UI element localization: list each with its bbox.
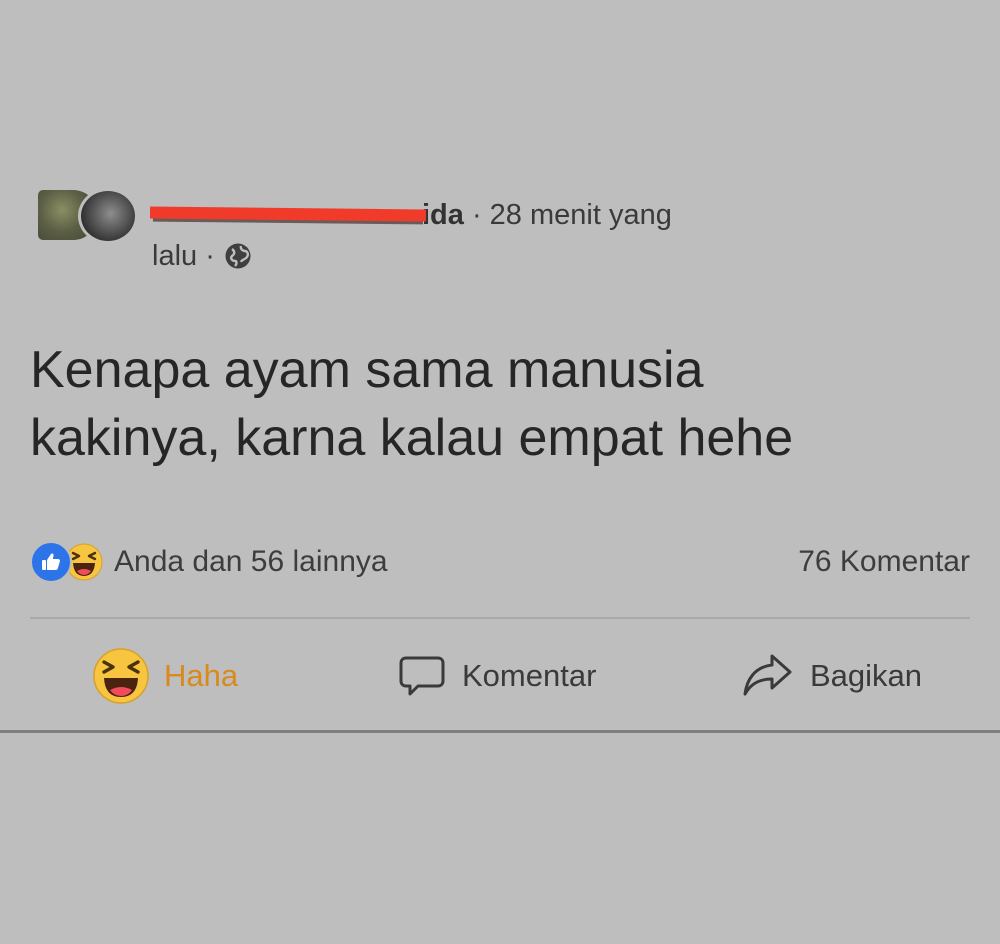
haha-label: Haha xyxy=(164,658,239,693)
divider xyxy=(30,617,970,619)
post-time-continued: lalu · xyxy=(152,238,253,274)
post-header: ida · 28 menit yang xyxy=(149,195,672,235)
globe-icon xyxy=(225,243,251,269)
comment-button[interactable]: Komentar xyxy=(396,644,596,708)
share-label: Bagikan xyxy=(810,658,923,693)
post-time-line2[interactable]: lalu · xyxy=(152,238,215,274)
like-icon xyxy=(30,541,72,583)
share-icon xyxy=(743,654,792,696)
post-text-line: Kenapa ayam sama manusia xyxy=(30,341,704,399)
reaction-icons xyxy=(30,541,104,583)
redacted-author-name xyxy=(149,206,427,222)
action-bar: Haha Komentar Bagikan xyxy=(0,644,1000,708)
profile-picture xyxy=(78,188,138,244)
reactors-text[interactable]: Anda dan 56 lainnya xyxy=(114,545,388,579)
share-button[interactable]: Bagikan xyxy=(740,644,922,708)
reaction-summary: Anda dan 56 lainnya 76 Komentar xyxy=(30,540,970,584)
comment-icon xyxy=(399,656,445,696)
post-bottom-border xyxy=(0,730,1000,733)
haha-icon xyxy=(93,648,149,704)
comment-label: Komentar xyxy=(462,658,597,693)
facebook-post: ida · 28 menit yang lalu · Kenapa ayam s… xyxy=(0,0,1000,944)
comments-count[interactable]: 76 Komentar xyxy=(798,545,970,579)
reactors[interactable]: Anda dan 56 lainnya xyxy=(30,541,388,583)
post-content: Kenapa ayam sama manusia kakinya, karna … xyxy=(30,336,970,472)
avatar[interactable] xyxy=(38,188,142,246)
haha-reaction-button[interactable]: Haha xyxy=(92,644,238,708)
post-time[interactable]: · 28 menit yang xyxy=(464,199,672,231)
post-text-line: kakinya, karna kalau empat hehe xyxy=(30,409,794,467)
author-name-visible[interactable]: ida xyxy=(422,199,464,231)
